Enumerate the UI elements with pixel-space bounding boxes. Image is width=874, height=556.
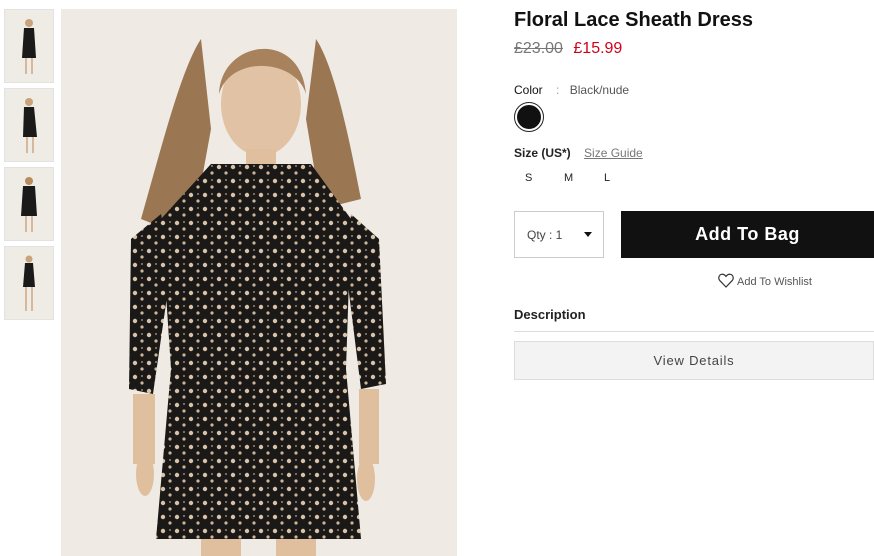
thumbnail-side[interactable] bbox=[4, 88, 54, 162]
quantity-select[interactable]: Qty : 1 bbox=[514, 211, 604, 258]
sale-price: £15.99 bbox=[573, 40, 623, 57]
size-guide-link[interactable]: Size Guide bbox=[584, 146, 643, 160]
size-row: Size (US*) Size Guide bbox=[514, 146, 643, 160]
thumbnail-strip bbox=[4, 9, 54, 325]
thumbnail-front[interactable] bbox=[4, 9, 54, 83]
size-option-s[interactable]: S bbox=[525, 172, 532, 184]
view-details-button[interactable]: View Details bbox=[514, 341, 874, 380]
add-to-bag-button[interactable]: Add To Bag bbox=[621, 211, 874, 258]
swatch-fill bbox=[517, 105, 541, 129]
thumbnail-back[interactable] bbox=[4, 167, 54, 241]
color-row: Color : Black/nude bbox=[514, 83, 629, 97]
add-to-wishlist-link[interactable]: Add To Wishlist bbox=[718, 273, 812, 291]
price-block: £23.00 £15.99 bbox=[514, 40, 622, 58]
heart-icon bbox=[718, 273, 734, 291]
color-value: Black/nude bbox=[569, 83, 630, 97]
product-title: Floral Lace Sheath Dress bbox=[514, 9, 753, 31]
description-heading: Description bbox=[514, 307, 586, 322]
size-option-m[interactable]: M bbox=[564, 172, 573, 184]
original-price: £23.00 bbox=[514, 40, 563, 57]
quantity-value: Qty : 1 bbox=[527, 228, 563, 242]
color-label: Color bbox=[514, 83, 543, 97]
divider bbox=[514, 331, 874, 332]
size-option-l[interactable]: L bbox=[604, 172, 610, 184]
size-label: Size (US*) bbox=[514, 146, 571, 160]
color-separator: : bbox=[556, 83, 560, 97]
product-main-image bbox=[61, 9, 457, 556]
dropdown-arrow-icon bbox=[584, 232, 592, 237]
thumbnail-full[interactable] bbox=[4, 246, 54, 320]
wishlist-label: Add To Wishlist bbox=[737, 275, 812, 288]
color-swatch-black[interactable] bbox=[514, 102, 544, 132]
